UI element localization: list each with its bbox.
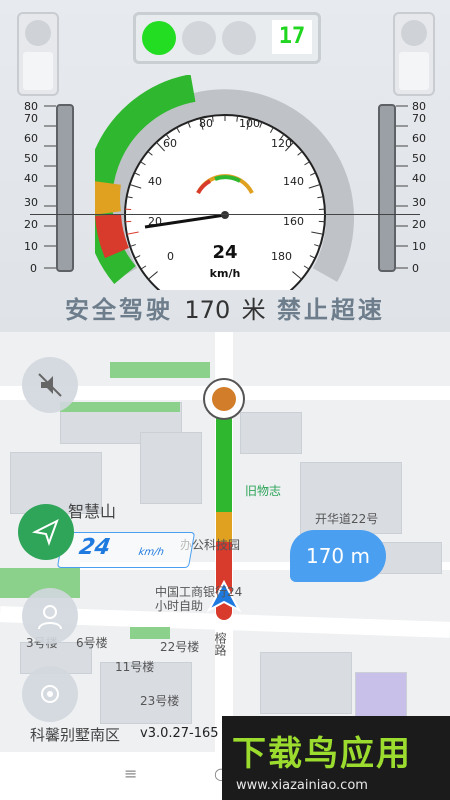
poi-label: 23号楼	[140, 694, 180, 708]
mute-icon	[38, 373, 62, 397]
send-icon	[31, 518, 59, 547]
scale-tick: 70	[412, 112, 426, 125]
brand-watermark: 下载鸟应用 www.xiazainiao.com	[222, 716, 450, 800]
poi-label: 智慧山	[68, 502, 117, 521]
speedometer: 0 20 40 60 80 100 120 140 160 180 24 km/…	[95, 75, 354, 290]
speed-limit-banner: 24 km/h	[56, 532, 196, 568]
dial-tick: 40	[148, 175, 162, 188]
scale-tick: 60	[24, 132, 38, 145]
left-scale-bar	[56, 104, 74, 272]
speed-value: 24	[212, 242, 237, 263]
signal-countdown: 17	[272, 20, 312, 54]
mute-button[interactable]	[22, 357, 78, 413]
scale-tick: 40	[24, 172, 38, 185]
poi-label: 11号楼	[115, 660, 155, 674]
green-lamp	[142, 21, 176, 55]
speed-line	[30, 214, 420, 215]
dial-tick: 160	[283, 215, 304, 228]
status-distance-unit: 米	[241, 296, 266, 324]
scale-tick: 0	[412, 262, 419, 275]
left-indicator-light	[17, 12, 59, 96]
status-suffix: 禁止超速	[276, 296, 385, 324]
poi-label: 小时自助	[155, 599, 204, 613]
scale-tick: 30	[24, 196, 38, 209]
status-distance: 170	[184, 296, 231, 324]
left-scale: 80 70 60 50 40 30 20 10 0	[8, 100, 78, 275]
dial-tick: 100	[239, 117, 260, 130]
status-prefix: 安全驾驶	[65, 296, 174, 324]
poi-label: 6号楼	[76, 636, 108, 650]
dial-tick: 60	[163, 137, 177, 150]
dial-tick: 140	[283, 175, 304, 188]
scale-tick: 60	[412, 132, 426, 145]
scale-tick: 50	[24, 152, 38, 165]
speed-unit: km/h	[210, 267, 241, 280]
dial-tick: 120	[271, 137, 292, 150]
brand-text: 下载鸟应用	[232, 734, 412, 774]
right-scale-bar	[378, 104, 396, 272]
red-lamp	[222, 21, 256, 55]
scale-tick: 50	[412, 152, 426, 165]
dashboard: 17 80 70 60 50 40 30 20 10 0 80 70 60 50…	[0, 0, 450, 332]
right-scale: 80 70 60 50 40 30 20 10 0	[372, 100, 442, 275]
scale-tick: 10	[412, 240, 426, 253]
version-label: v3.0.27-165	[140, 726, 219, 741]
poi-label: 22号楼	[160, 640, 200, 654]
locate-button[interactable]	[18, 504, 74, 560]
scale-tick: 70	[24, 112, 38, 125]
road-label: 榕路	[213, 632, 227, 656]
dial-tick: 0	[167, 250, 174, 263]
distance-pill-text: 170 m	[305, 544, 370, 568]
camera-speed-value: 24	[77, 535, 113, 560]
crosshair-icon	[41, 685, 59, 703]
speed-camera-marker[interactable]	[203, 378, 245, 420]
scale-tick: 20	[412, 218, 426, 231]
scale-tick: 40	[412, 172, 426, 185]
scale-tick: 0	[30, 262, 37, 275]
location-button[interactable]	[22, 666, 78, 722]
poi-label: 科馨别墅南区	[30, 726, 121, 744]
camera-speed-unit: km/h	[137, 547, 165, 558]
dial-tick: 180	[271, 250, 292, 263]
menu-button[interactable]: ≡	[124, 764, 137, 783]
camera-icon	[212, 387, 236, 411]
yellow-lamp	[182, 21, 216, 55]
dial-tick: 80	[199, 117, 213, 130]
scale-tick: 20	[24, 218, 38, 231]
brand-url: www.xiazainiao.com	[236, 778, 368, 793]
scale-tick: 30	[412, 196, 426, 209]
poi-label: 旧物志	[245, 484, 282, 498]
status-message: 安全驾驶 170 米 禁止超速	[0, 290, 450, 325]
user-icon	[38, 605, 62, 630]
profile-button[interactable]	[22, 588, 78, 644]
scale-tick: 10	[24, 240, 38, 253]
right-indicator-light	[393, 12, 435, 96]
traffic-signal-panel: 17	[133, 12, 321, 64]
distance-pill: 170 m	[290, 530, 386, 582]
poi-label: 开华道22号	[315, 512, 379, 526]
